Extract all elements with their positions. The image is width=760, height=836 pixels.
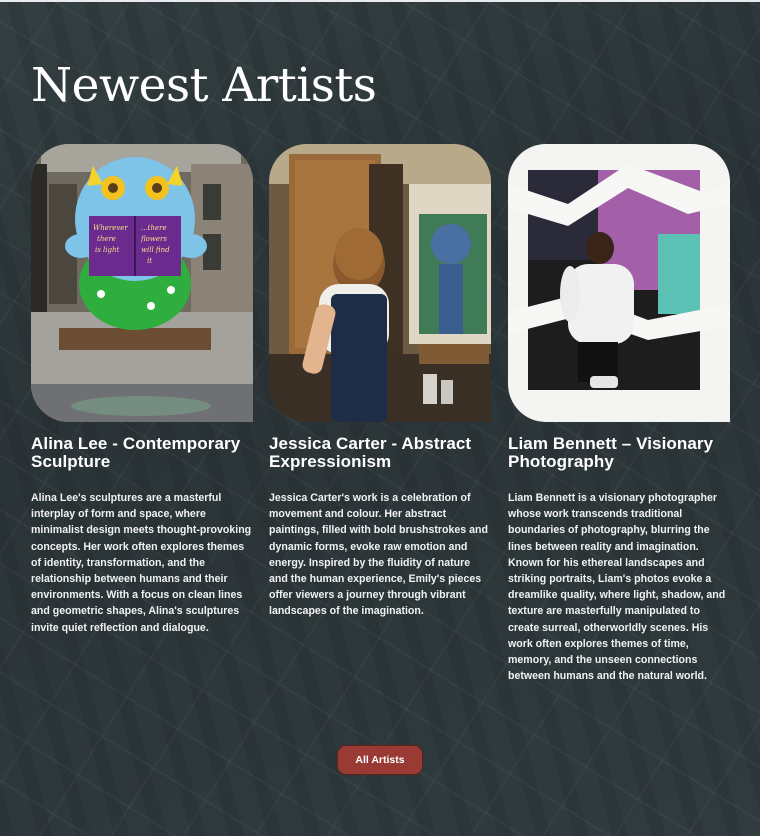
painter-photo[interactable] xyxy=(269,144,491,422)
artist-name[interactable]: Liam Bennett – Visionary Photography xyxy=(508,435,730,471)
all-artists-button[interactable]: All Artists xyxy=(337,745,423,775)
sculpture-photo[interactable]: Wherever there is light ...there flowers… xyxy=(31,144,253,422)
artist-name[interactable]: Alina Lee - Contemporary Sculpture xyxy=(31,435,253,471)
svg-text:there: there xyxy=(97,235,116,243)
svg-text:Wherever: Wherever xyxy=(93,224,128,232)
newest-artists-section: Newest Artists Wherever there is light .… xyxy=(0,0,760,836)
svg-text:it: it xyxy=(147,257,152,265)
top-divider xyxy=(0,0,760,2)
artist-card-liam-bennett[interactable]: Liam Bennett – Visionary Photography Lia… xyxy=(508,144,730,684)
photography-photo[interactable] xyxy=(508,144,730,422)
page-title: Newest Artists xyxy=(31,58,377,113)
artist-card-jessica-carter[interactable]: Jessica Carter - Abstract Expressionism … xyxy=(269,144,491,620)
svg-text:...there: ...there xyxy=(141,224,167,232)
artist-bio: Jessica Carter's work is a celebration o… xyxy=(269,492,488,618)
artist-name[interactable]: Jessica Carter - Abstract Expressionism xyxy=(269,435,491,471)
svg-text:is light: is light xyxy=(95,246,120,254)
artist-bio: Liam Bennett is a visionary photographer… xyxy=(508,492,726,683)
svg-text:will find: will find xyxy=(141,246,170,254)
artist-card-alina-lee[interactable]: Wherever there is light ...there flowers… xyxy=(31,144,253,636)
svg-text:flowers: flowers xyxy=(140,235,167,243)
artist-bio: Alina Lee's sculptures are a masterful i… xyxy=(31,492,252,634)
